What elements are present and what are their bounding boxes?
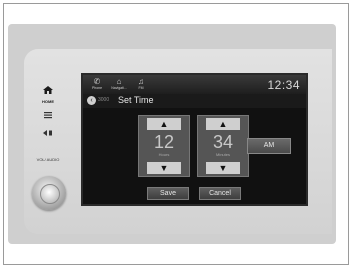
status-bar: ✆ Phone ⌂ Navigati... ♫ FM 12:34 <box>83 75 306 94</box>
chevron-down-icon: ▼ <box>218 163 228 173</box>
navigation-shortcut[interactable]: ⌂ Navigati... <box>109 77 129 90</box>
back-icon <box>43 130 52 136</box>
cancel-button[interactable]: Cancel <box>199 187 241 200</box>
navigation-icon: ⌂ <box>116 77 122 86</box>
chevron-up-icon: ▲ <box>159 119 169 129</box>
back-arrow-button[interactable]: ‹ <box>87 96 96 105</box>
minutes-up-button[interactable]: ▲ <box>206 118 240 130</box>
back-button[interactable] <box>30 124 66 142</box>
breadcrumb: 3000 <box>98 97 110 103</box>
ampm-toggle-button[interactable]: AM <box>247 138 291 154</box>
minutes-label: Minutes <box>215 152 230 157</box>
title-bar: ‹ 3000 Set Time <box>83 94 306 108</box>
save-button[interactable]: Save <box>147 187 189 200</box>
menu-button[interactable] <box>30 106 66 124</box>
chevron-up-icon: ▲ <box>218 119 228 129</box>
volume-label: VOL/ AUDIO <box>36 157 60 162</box>
radio-icon: ♫ <box>138 77 144 86</box>
hours-up-button[interactable]: ▲ <box>147 118 181 130</box>
home-button[interactable]: HOME <box>30 81 66 104</box>
hours-label: Hours <box>158 152 170 157</box>
page-title: Set Time <box>118 95 154 105</box>
display-screen: ✆ Phone ⌂ Navigati... ♫ FM 12:34 ‹ 3000 … <box>81 73 308 206</box>
volume-knob[interactable] <box>32 176 66 210</box>
phone-shortcut[interactable]: ✆ Phone <box>87 77 107 90</box>
minutes-down-button[interactable]: ▼ <box>206 162 240 174</box>
minutes-spinner: ▲ 34 Minutes ▼ <box>197 115 249 177</box>
hours-spinner: ▲ 12 Hours ▼ <box>138 115 190 177</box>
chevron-down-icon: ▼ <box>159 163 169 173</box>
phone-icon: ✆ <box>93 77 101 86</box>
menu-icon <box>44 112 52 119</box>
radio-shortcut[interactable]: ♫ FM <box>131 77 151 90</box>
clock: 12:34 <box>267 78 300 92</box>
hours-value: 12 <box>153 132 175 152</box>
home-label: HOME <box>42 99 54 104</box>
minutes-value: 34 <box>212 132 234 152</box>
home-icon <box>43 86 53 94</box>
hours-down-button[interactable]: ▼ <box>147 162 181 174</box>
